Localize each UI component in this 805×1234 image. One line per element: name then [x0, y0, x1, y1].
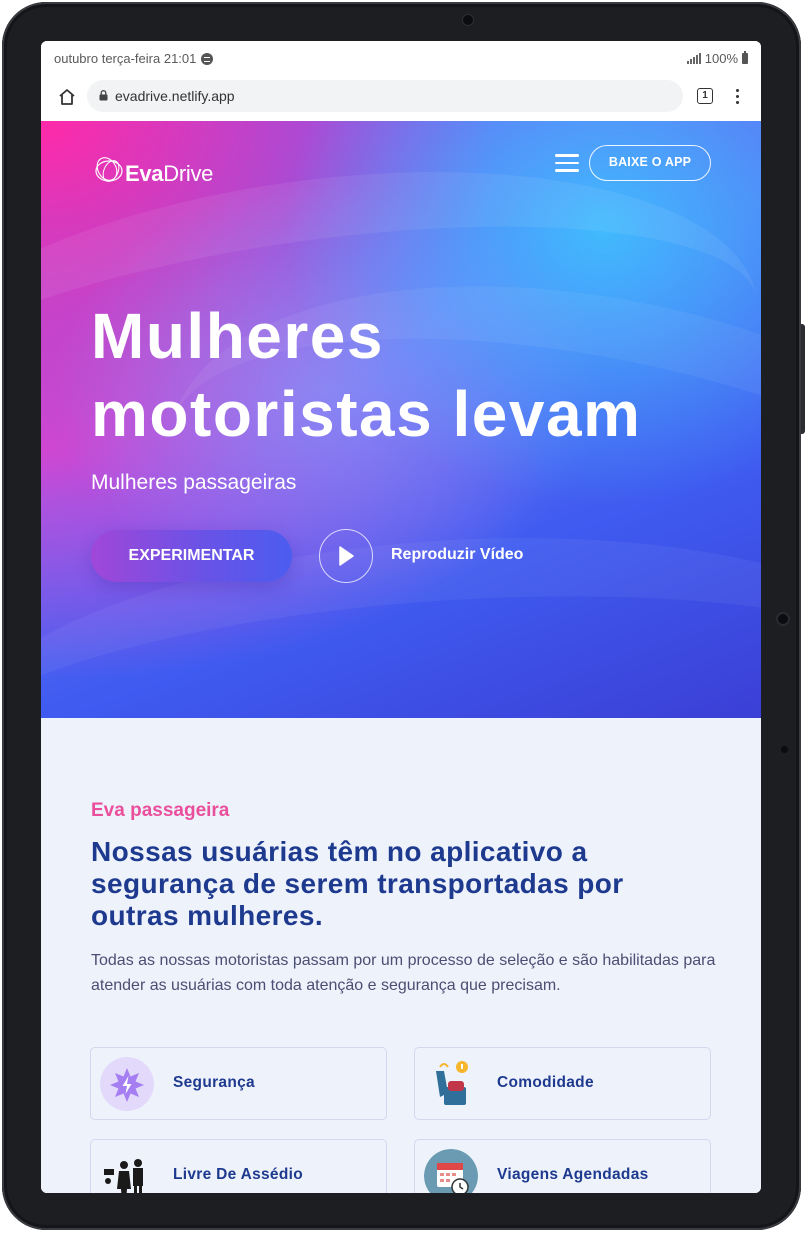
passenger-section: Eva passageira Nossas usuárias têm no ap…: [41, 718, 761, 1193]
people-icon: [104, 1159, 143, 1193]
seat-icon: [436, 1061, 468, 1105]
section-description: Todas as nossas motoristas passam por um…: [91, 952, 716, 994]
feature-label: Segurança: [173, 1074, 255, 1091]
section-eyebrow: Eva passageira: [91, 800, 230, 821]
home-icon[interactable]: [57, 87, 77, 107]
hero-subtitle: Mulheres passageiras: [91, 471, 297, 494]
lock-icon: [99, 90, 108, 101]
screen: outubro terça-feira 21:01 100% evadrive.…: [41, 41, 761, 1193]
feature-label: Viagens Agendadas: [497, 1166, 649, 1183]
logo-text-light: Drive: [163, 161, 214, 186]
status-left: outubro terça-feira 21:01: [54, 51, 214, 66]
status-bar: outubro terça-feira 21:01 100%: [41, 41, 761, 75]
feature-label: Comodidade: [497, 1074, 594, 1091]
hero-section: EvaDrive BAIXE O APP Mulheres motoristas…: [41, 121, 761, 718]
feature-card-seguranca[interactable]: Segurança: [90, 1047, 387, 1120]
hero-title: Mulheres motoristas levam: [91, 300, 642, 450]
experiment-button[interactable]: EXPERIMENTAR: [91, 530, 292, 582]
browser-toolbar: evadrive.netlify.app 1: [41, 75, 761, 122]
play-video-label[interactable]: Reproduzir Vídeo: [391, 546, 523, 564]
hamburger-menu-icon[interactable]: [555, 154, 579, 172]
spotify-icon: [201, 52, 214, 65]
url-text: evadrive.netlify.app: [115, 88, 235, 104]
feature-label: Livre De Assédio: [173, 1166, 303, 1183]
logo-wordmark: EvaDrive: [125, 161, 213, 187]
signal-icon: [686, 53, 701, 64]
feature-card-comodidade[interactable]: Comodidade: [414, 1047, 711, 1120]
front-camera: [463, 15, 473, 25]
section-title: Nossas usuárias têm no aplicativo a segu…: [91, 836, 624, 931]
address-bar[interactable]: evadrive.netlify.app: [87, 80, 683, 112]
battery-icon: [742, 51, 748, 64]
tab-switcher-icon[interactable]: 1: [697, 88, 713, 104]
evadrive-logo[interactable]: EvaDrive: [93, 145, 213, 189]
play-icon: [339, 546, 354, 566]
feature-card-viagens-agendadas[interactable]: Viagens Agendadas: [414, 1139, 711, 1193]
logo-swirl-icon: [95, 157, 123, 182]
more-menu-icon[interactable]: [731, 87, 743, 107]
battery-percentage: 100%: [704, 51, 738, 66]
side-sensor: [781, 746, 788, 753]
status-right: 100%: [686, 51, 748, 66]
logo-text-bold: Eva: [125, 161, 164, 186]
feature-card-livre-de-assedio[interactable]: Livre De Assédio: [90, 1139, 387, 1193]
power-button: [801, 324, 805, 434]
side-camera: [778, 614, 788, 624]
shield-star-icon: [100, 1057, 154, 1111]
calendar-icon: [424, 1149, 478, 1193]
status-datetime: outubro terça-feira 21:01: [54, 51, 197, 66]
download-app-button[interactable]: BAIXE O APP: [589, 145, 711, 181]
play-video-button[interactable]: [319, 529, 373, 583]
